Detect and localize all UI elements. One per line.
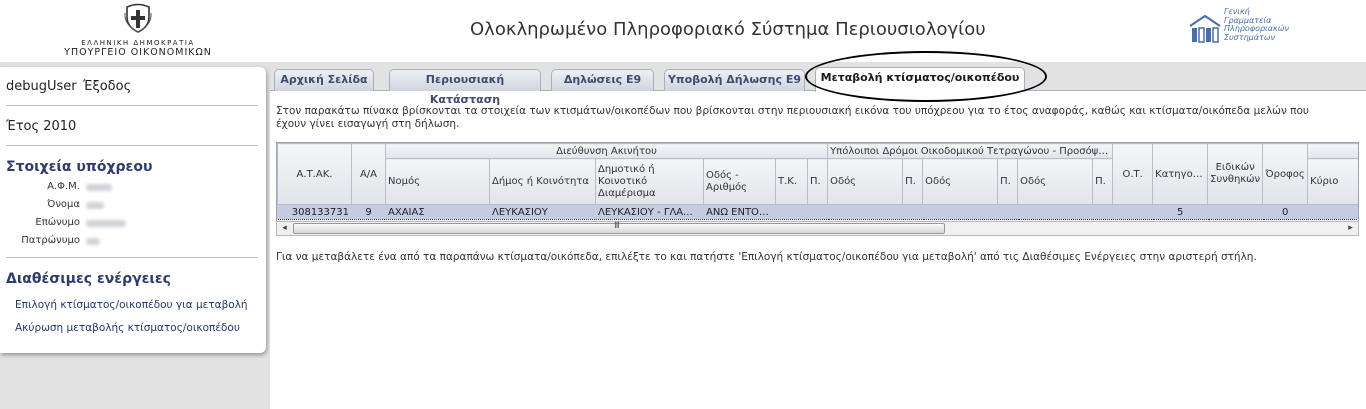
group-header-address: Διεύθυνση Ακινήτου bbox=[384, 143, 829, 159]
col-header-special[interactable]: Ειδικών Συνθηκών bbox=[1207, 143, 1264, 205]
hint-text: Για να μεταβάλετε ένα από τα παραπάνω κτ… bbox=[276, 251, 1257, 263]
gsis-logo: Γενική Γραμματεία Πληροφοριακών Συστημάτ… bbox=[1188, 7, 1318, 50]
divider bbox=[6, 257, 258, 258]
username: debugUser bbox=[6, 79, 77, 94]
redacted-value bbox=[86, 238, 100, 245]
tab-property-status[interactable]: Περιουσιακή Κατάσταση bbox=[389, 69, 541, 106]
col-header-p[interactable]: Π. bbox=[806, 158, 829, 205]
redacted-value bbox=[86, 184, 112, 191]
cell-p bbox=[806, 204, 829, 220]
col-header-category[interactable]: Κατηγορία bbox=[1152, 143, 1209, 205]
redacted-value bbox=[86, 220, 126, 227]
cell-odos-1 bbox=[827, 204, 904, 220]
gsis-logo-icon bbox=[1189, 14, 1221, 43]
main-content: Στον παρακάτω πίνακα βρίσκονται τα στοιχ… bbox=[270, 90, 1366, 409]
scrollbar-thumb[interactable]: III bbox=[293, 221, 945, 234]
app-title: Ολοκληρωμένο Πληροφοριακό Σύστημα Περιου… bbox=[470, 19, 986, 40]
group-header-ownership bbox=[1307, 143, 1358, 159]
cell-p-2 bbox=[997, 204, 1019, 220]
col-header-aa[interactable]: Α/Α bbox=[351, 143, 386, 205]
redacted-value bbox=[86, 202, 104, 209]
select-property-link[interactable]: Επιλογή κτίσματος/οικοπέδου για μεταβολή bbox=[15, 299, 248, 311]
tab-submit-e9[interactable]: Υποβολή Δήλωσης Ε9 bbox=[664, 69, 805, 91]
divider bbox=[6, 145, 258, 146]
col-header-odos-1[interactable]: Οδός bbox=[827, 158, 904, 205]
group-header-streets: Υπόλοιποι Δρόμοι Οικοδομικού Τετραγώνου … bbox=[827, 143, 1114, 159]
ministry-logo: ΕΛΛΗΝΙΚΗ ΔΗΜΟΚΡΑΤΙΑ ΥΠΟΥΡΓΕΙΟ ΟΙΚΟΝΟΜΙΚΩ… bbox=[52, 3, 224, 58]
field-label-name: Όνομα bbox=[47, 199, 80, 210]
cell-p-3 bbox=[1092, 204, 1114, 220]
col-header-dimos[interactable]: Δήμος ή Κοινότητα bbox=[489, 158, 596, 205]
cell-kyrios bbox=[1307, 204, 1358, 220]
gsis-text: Γενική Γραμματεία Πληροφοριακών Συστημάτ… bbox=[1224, 7, 1289, 42]
field-label-afm: Α.Φ.Μ. bbox=[47, 181, 80, 192]
cell-dimos: ΛΕΥΚΑΣΙΟΥ bbox=[489, 204, 596, 220]
horizontal-scrollbar[interactable]: ◂ III ▸ bbox=[276, 221, 1359, 236]
cell-odos-3 bbox=[1017, 204, 1094, 220]
divider bbox=[6, 105, 258, 106]
cell-p-1 bbox=[902, 204, 924, 220]
col-header-diamerisma[interactable]: Δημοτικό ή Κοινοτικό Διαμέρισμα bbox=[595, 158, 704, 205]
col-header-ot[interactable]: Ο.Τ. bbox=[1112, 143, 1154, 205]
cell-category: 5 bbox=[1152, 204, 1209, 220]
sidebar: debugUser Έξοδος Έτος 2010 Στοιχεία υπόχ… bbox=[0, 67, 266, 353]
col-header-odos-arithmos[interactable]: Οδός - Αριθμός bbox=[703, 158, 776, 205]
cell-tk bbox=[775, 204, 808, 220]
field-label-surname: Επώνυμο bbox=[35, 217, 80, 228]
col-header-floor[interactable]: Όροφος bbox=[1262, 143, 1309, 205]
ministry-line2: ΥΠΟΥΡΓΕΙΟ ΟΙΚΟΝΟΜΙΚΩΝ bbox=[64, 47, 212, 58]
cell-floor: 0 bbox=[1262, 204, 1309, 220]
user-info: debugUser Έξοδος bbox=[6, 79, 131, 94]
tab-home[interactable]: Αρχική Σελίδα bbox=[274, 69, 374, 91]
logout-link[interactable]: Έξοδος bbox=[83, 79, 131, 94]
col-header-nomos[interactable]: Νομός bbox=[385, 158, 490, 205]
cell-odos-2 bbox=[922, 204, 999, 220]
cell-aa: 9 bbox=[351, 204, 386, 220]
scroll-right-icon[interactable]: ▸ bbox=[1343, 222, 1358, 235]
cell-odos-arithmos: ΑΝΩ ΕΝΤΟΣ... bbox=[703, 204, 776, 220]
col-header-p-2[interactable]: Π. bbox=[997, 158, 1019, 205]
cell-nomos: ΑΧΑΙΑΣ bbox=[385, 204, 490, 220]
col-header-tk[interactable]: Τ.Κ. bbox=[775, 158, 808, 205]
actions-heading: Διαθέσιμες ενέργειες bbox=[6, 271, 171, 287]
cell-ot bbox=[1112, 204, 1154, 220]
cell-atak: 308133731 bbox=[277, 204, 352, 220]
scroll-left-icon[interactable]: ◂ bbox=[277, 222, 292, 235]
col-header-odos-3[interactable]: Οδός bbox=[1017, 158, 1094, 205]
cancel-change-link[interactable]: Ακύρωση μεταβολής κτίσματος/οικοπέδου bbox=[15, 322, 240, 334]
cell-special bbox=[1207, 204, 1264, 220]
col-header-p-3[interactable]: Π. bbox=[1092, 158, 1114, 205]
col-header-odos-2[interactable]: Οδός bbox=[922, 158, 999, 205]
taxpayer-heading: Στοιχεία υπόχρεου bbox=[6, 159, 153, 175]
tab-e9-declarations[interactable]: Δηλώσεις Ε9 bbox=[551, 69, 654, 91]
table-row[interactable]: 308133731 9 ΑΧΑΙΑΣ ΛΕΥΚΑΣΙΟΥ ΛΕΥΚΑΣΙΟΥ -… bbox=[277, 204, 1358, 220]
cell-diamerisma: ΛΕΥΚΑΣΙΟΥ - ΓΛΑ... bbox=[595, 204, 704, 220]
col-header-kyrios[interactable]: Κύριο bbox=[1307, 158, 1358, 205]
field-label-fathername: Πατρώνυμο bbox=[21, 235, 80, 246]
tab-property-change[interactable]: Μεταβολή κτίσματος/οικοπέδου bbox=[815, 67, 1025, 92]
scrollbar-grip: III bbox=[614, 221, 620, 231]
col-header-atak[interactable]: Α.Τ.ΑΚ. bbox=[277, 143, 352, 205]
year-label: Έτος 2010 bbox=[6, 119, 77, 134]
greek-coat-of-arms-icon bbox=[124, 3, 152, 33]
tab-bar: Αρχική Σελίδα Περιουσιακή Κατάσταση Δηλώ… bbox=[270, 67, 1366, 106]
col-header-p-1[interactable]: Π. bbox=[902, 158, 924, 205]
header: ΕΛΛΗΝΙΚΗ ΔΗΜΟΚΡΑΤΙΑ ΥΠΟΥΡΓΕΙΟ ΟΙΚΟΝΟΜΙΚΩ… bbox=[0, 0, 1366, 62]
ministry-line1: ΕΛΛΗΝΙΚΗ ΔΗΜΟΚΡΑΤΙΑ bbox=[81, 39, 195, 47]
